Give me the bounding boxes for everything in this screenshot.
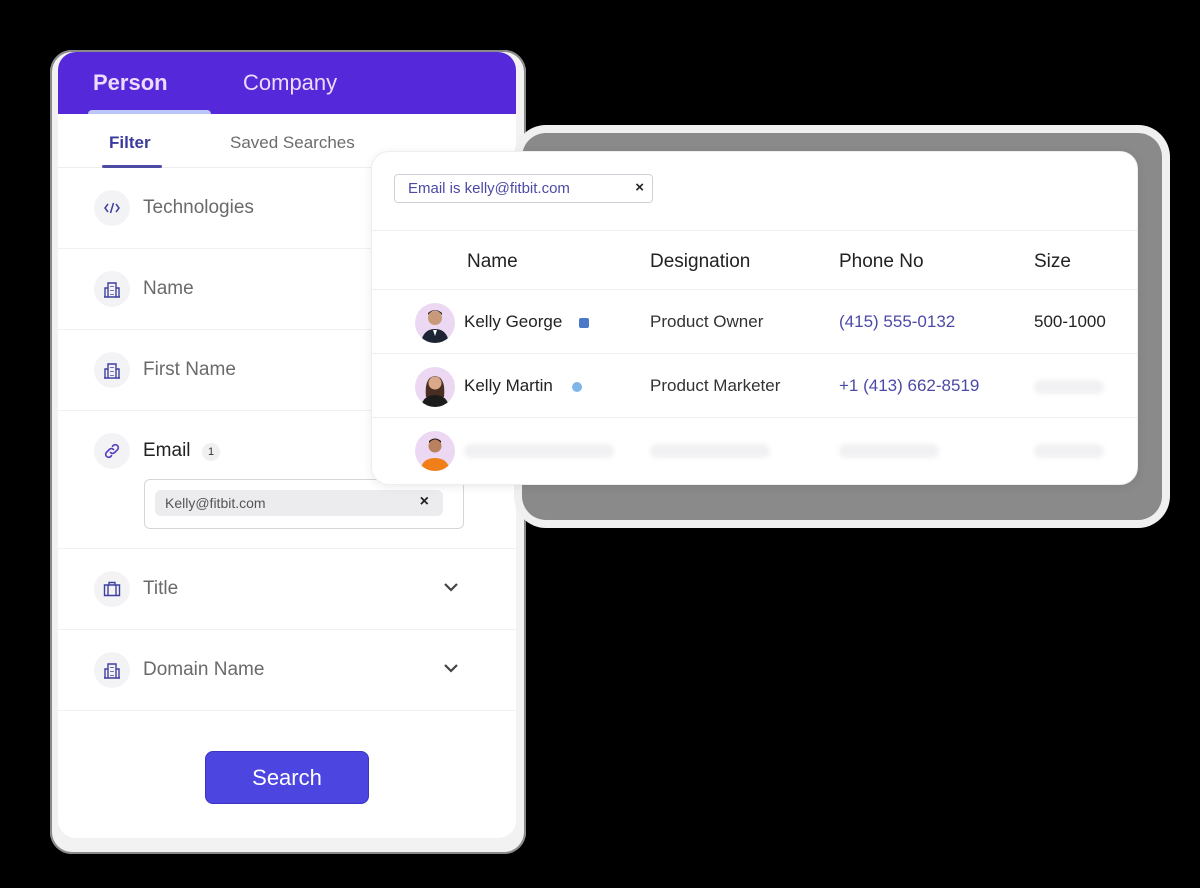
blurred-size	[1034, 444, 1104, 458]
entity-tabs: Person Company	[58, 52, 516, 114]
table-header: Name Designation Phone No Size	[372, 230, 1137, 290]
chevron-down-icon[interactable]	[441, 577, 461, 597]
column-header-name[interactable]: Name	[467, 251, 518, 273]
avatar	[415, 303, 455, 343]
link-icon	[94, 433, 130, 469]
close-icon[interactable]: ×	[635, 179, 644, 196]
table-row[interactable]	[372, 418, 1137, 482]
designation: Product Marketer	[650, 376, 781, 395]
blurred-designation	[650, 444, 770, 458]
tab-company[interactable]: Company	[243, 70, 337, 96]
company-size: 500-1000	[1034, 312, 1106, 331]
close-icon[interactable]: ×	[420, 493, 429, 511]
email-input[interactable]: Kelly@fitbit.com ×	[144, 479, 464, 529]
filter-domain-name[interactable]: Domain Name	[58, 630, 516, 711]
table-row[interactable]: Kelly George Product Owner (415) 555-013…	[372, 290, 1137, 354]
column-header-designation[interactable]: Designation	[650, 251, 750, 273]
briefcase-icon	[94, 571, 130, 607]
filter-label: Technologies	[143, 197, 254, 218]
search-button[interactable]: Search	[205, 751, 369, 804]
column-header-size[interactable]: Size	[1034, 251, 1071, 273]
blurred-phone	[839, 444, 939, 458]
chevron-down-icon[interactable]	[441, 658, 461, 678]
building-icon	[94, 352, 130, 388]
avatar	[415, 431, 455, 471]
phone-number[interactable]: (415) 555-0132	[839, 312, 955, 332]
active-filter-text: Email is kelly@fitbit.com	[408, 180, 570, 197]
blurred-size	[1034, 380, 1104, 394]
person-name[interactable]: Kelly Martin	[464, 376, 553, 396]
filter-title[interactable]: Title	[58, 549, 516, 630]
designation: Product Owner	[650, 312, 764, 331]
filter-label: Domain Name	[143, 659, 265, 680]
filter-count-badge: 1	[202, 443, 220, 461]
email-chip: Kelly@fitbit.com ×	[155, 490, 443, 516]
avatar	[415, 367, 455, 407]
phone-number[interactable]: +1 (413) 662-8519	[839, 376, 979, 396]
email-chip-value: Kelly@fitbit.com	[165, 495, 266, 511]
person-name[interactable]: Kelly George	[464, 312, 562, 332]
building-icon	[94, 652, 130, 688]
twitter-icon[interactable]	[572, 382, 582, 392]
results-card: Email is kelly@fitbit.com × Name Designa…	[371, 151, 1138, 485]
building-icon	[94, 271, 130, 307]
filter-label: Title	[143, 578, 179, 599]
filter-label: First Name	[143, 359, 236, 380]
active-filter-pill: Email is kelly@fitbit.com ×	[394, 174, 653, 203]
tab-filter[interactable]: Filter	[109, 133, 151, 153]
code-icon	[94, 190, 130, 226]
tab-person[interactable]: Person	[93, 70, 168, 96]
filter-label: Name	[143, 278, 194, 299]
filter-label[interactable]: Email	[143, 440, 191, 462]
tab-saved-searches[interactable]: Saved Searches	[230, 133, 355, 153]
table-row[interactable]: Kelly Martin Product Marketer +1 (413) 6…	[372, 354, 1137, 418]
linkedin-icon[interactable]	[579, 318, 589, 328]
blurred-name	[464, 444, 614, 458]
column-header-phone[interactable]: Phone No	[839, 251, 924, 273]
